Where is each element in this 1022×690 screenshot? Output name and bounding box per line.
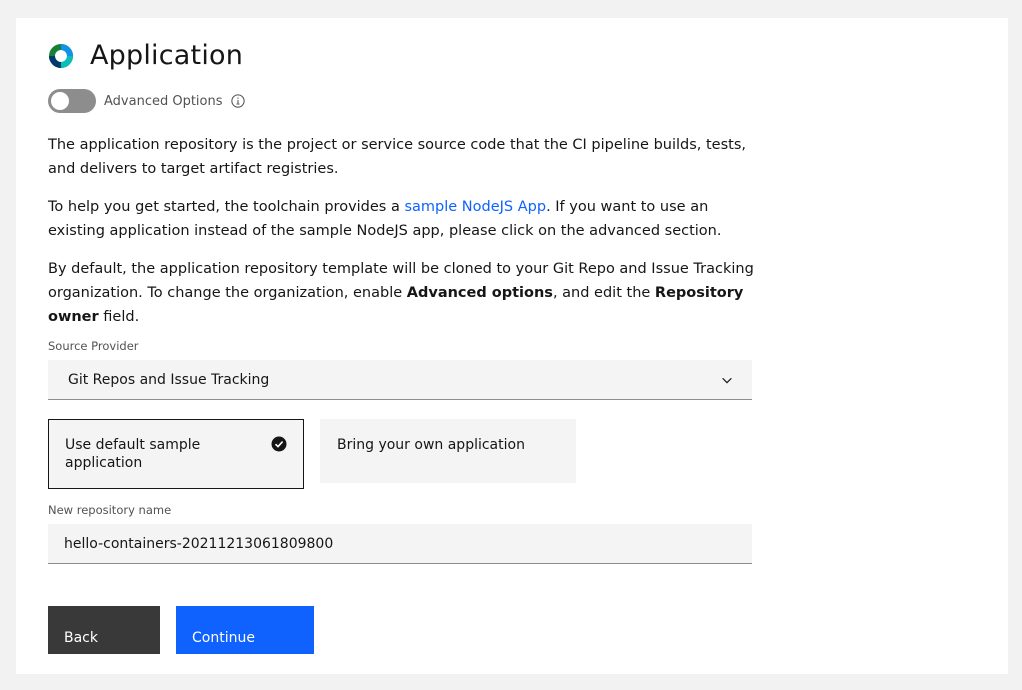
chevron-down-icon (722, 377, 732, 383)
advanced-options-label: Advanced Options (104, 93, 223, 109)
tile-label: Use default sample application (65, 437, 201, 471)
description-paragraph-1: The application repository is the projec… (48, 137, 747, 177)
back-button[interactable]: Back (48, 606, 160, 654)
sample-nodejs-app-link[interactable]: sample NodeJS App (404, 199, 546, 215)
toolchain-ring-logo-icon (49, 43, 73, 68)
description-text: , and edit the (552, 285, 655, 301)
source-provider-value: Git Repos and Issue Tracking (68, 371, 270, 388)
advanced-options-emphasis: Advanced options (406, 285, 553, 301)
use-default-sample-tile[interactable]: Use default sample application (48, 419, 304, 489)
source-provider-label: Source Provider (48, 339, 139, 353)
source-provider-select[interactable]: Git Repos and Issue Tracking (48, 360, 752, 400)
repository-name-label: New repository name (48, 503, 172, 517)
page-title: Application (90, 40, 244, 71)
advanced-options-row: Advanced Options (48, 89, 245, 113)
bring-your-own-application-tile[interactable]: Bring your own application (320, 419, 576, 483)
continue-button[interactable]: Continue (176, 606, 314, 654)
advanced-options-toggle[interactable] (48, 89, 96, 113)
checkmark-filled-icon (271, 436, 287, 452)
application-panel: Application Advanced Options The applica… (16, 18, 1008, 674)
description-paragraph-3: By default, the application repository t… (48, 257, 758, 329)
repository-name-input[interactable] (48, 524, 752, 564)
page-header: Application (48, 40, 243, 71)
toggle-knob (51, 92, 69, 110)
info-icon[interactable] (230, 94, 245, 108)
tile-label: Bring your own application (337, 437, 525, 453)
description-text: field. (98, 309, 140, 325)
description-paragraph-2: To help you get started, the toolchain p… (48, 195, 758, 243)
description-text: To help you get started, the toolchain p… (48, 199, 405, 215)
